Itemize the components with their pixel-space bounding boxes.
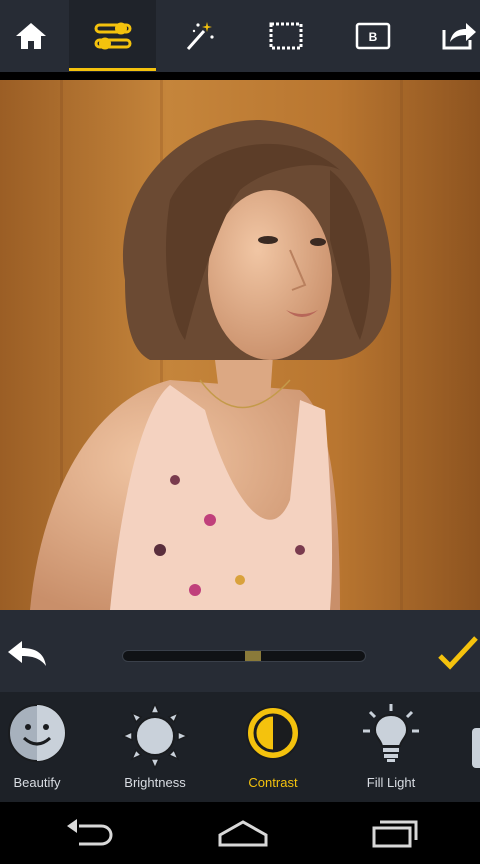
sun-icon — [121, 702, 189, 770]
home-icon — [16, 23, 46, 49]
undo-button[interactable] — [4, 638, 50, 668]
tool-brightness[interactable]: Brightness — [100, 702, 210, 790]
share-icon — [442, 23, 476, 50]
home-nav-icon — [218, 820, 268, 847]
tools-scroll-edge — [472, 728, 480, 768]
adjust-toggles-icon — [94, 22, 131, 50]
portrait-photo — [0, 80, 480, 610]
active-tab-indicator — [69, 68, 156, 71]
bulb-icon — [363, 704, 419, 762]
tool-contrast[interactable]: Contrast — [218, 702, 328, 790]
contrast-icon — [246, 706, 300, 760]
frame-icon — [269, 22, 303, 50]
adjust-bar — [0, 610, 480, 692]
adjust-button[interactable] — [69, 0, 156, 72]
effects-button[interactable] — [168, 0, 230, 72]
tool-beautify[interactable]: Beautify — [0, 702, 92, 790]
border-icon: B — [355, 22, 391, 50]
back-icon — [67, 819, 113, 846]
border-button[interactable]: B — [342, 0, 404, 72]
slider-thumb[interactable] — [245, 651, 261, 661]
system-nav-bar — [0, 802, 480, 864]
nav-back-button[interactable] — [50, 810, 130, 856]
magic-wand-icon — [186, 22, 214, 50]
tool-fill-light[interactable]: Fill Light — [336, 702, 446, 790]
border-letter: B — [369, 30, 378, 44]
nav-home-button[interactable] — [203, 810, 283, 856]
share-button[interactable] — [428, 0, 480, 72]
recents-icon — [372, 820, 418, 848]
undo-icon — [8, 641, 46, 666]
adjust-slider[interactable] — [122, 650, 366, 662]
tool-label-contrast: Contrast — [248, 775, 298, 790]
top-toolbar: B — [0, 0, 480, 72]
checkmark-icon — [438, 636, 478, 670]
face-icon — [8, 704, 66, 762]
tool-label-brightness: Brightness — [124, 775, 186, 790]
photo-canvas[interactable] — [0, 80, 480, 610]
tools-row: Beautify Brightness Contrast Fill Light — [0, 692, 480, 802]
frame-button[interactable] — [255, 0, 317, 72]
home-button[interactable] — [0, 0, 62, 72]
confirm-button[interactable] — [436, 634, 480, 674]
tool-label-beautify: Beautify — [13, 775, 61, 790]
tool-label-fill-light: Fill Light — [366, 775, 416, 790]
nav-recents-button[interactable] — [355, 810, 435, 856]
